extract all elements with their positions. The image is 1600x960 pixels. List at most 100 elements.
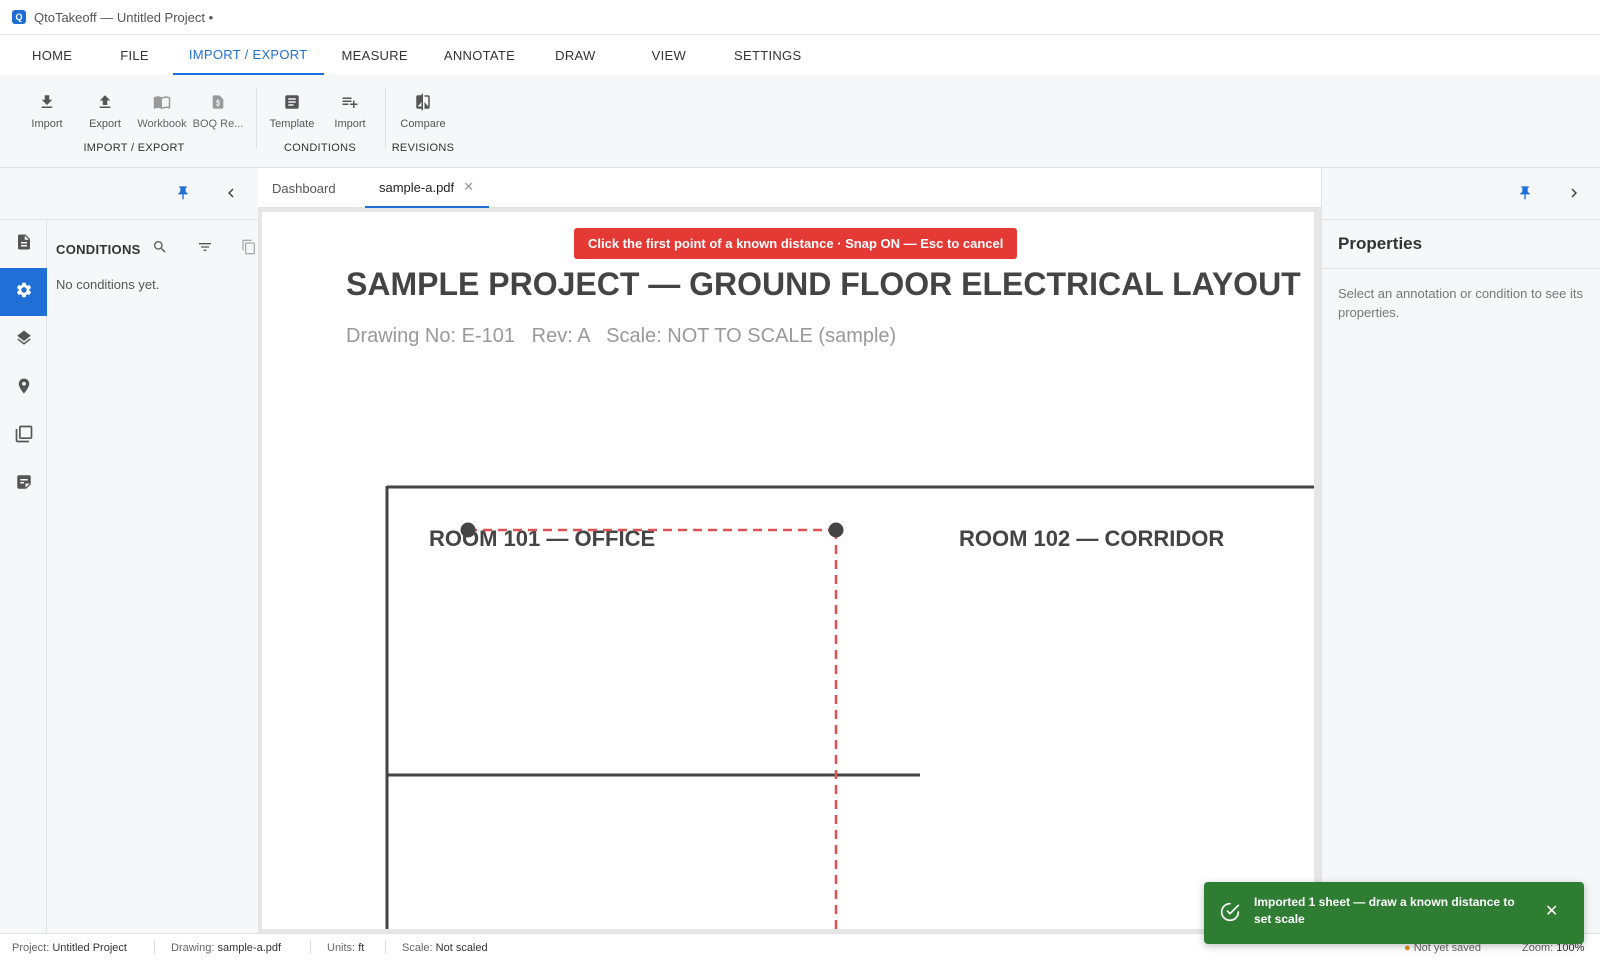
success-toast: Imported 1 sheet — draw a known distance…: [1204, 882, 1584, 944]
room-102-label: ROOM 102 — CORRIDOR: [959, 526, 1224, 551]
drawing-sheet[interactable]: SAMPLE PROJECT — GROUND FLOOR ELECTRICAL…: [262, 212, 1314, 929]
group-label-conditions: CONDITIONS: [283, 142, 357, 154]
invoice-icon: [190, 89, 246, 115]
tab-measure[interactable]: MEASURE: [324, 35, 424, 75]
search-icon[interactable]: [152, 239, 168, 260]
status-scale-value: Not scaled: [435, 942, 488, 954]
tab-label: sample-a.pdf: [379, 179, 455, 195]
workbook-button[interactable]: Workbook: [134, 89, 190, 130]
map-pin-icon: [15, 377, 33, 400]
drawing-svg: SAMPLE PROJECT — GROUND FLOOR ELECTRICAL…: [346, 266, 1314, 929]
status-project-value: Untitled Project: [52, 942, 127, 954]
title-bar: Q QtoTakeoff — Untitled Project •: [0, 0, 1600, 35]
status-project-label: Project:: [12, 942, 50, 954]
boq-report-button[interactable]: BOQ Re...: [190, 89, 246, 130]
conditions-panel: CONDITIONS No conditions yet.: [47, 220, 258, 933]
ribbon-divider: [385, 87, 386, 149]
import-conditions-label: Import: [334, 118, 366, 130]
panel-divider: [1322, 268, 1600, 269]
tab-settings[interactable]: SETTINGS: [718, 35, 817, 75]
rail-layers-button[interactable]: [0, 316, 47, 364]
rail-notes-button[interactable]: [0, 460, 47, 508]
close-tab-icon[interactable]: ✕: [463, 179, 474, 195]
collapse-left-chevron-icon[interactable]: [222, 184, 240, 207]
workbook-label: Workbook: [137, 118, 187, 130]
group-label-import-export: IMPORT / EXPORT: [83, 142, 185, 154]
copy-icon[interactable]: [241, 239, 257, 260]
filter-icon[interactable]: [197, 239, 213, 260]
status-scale: Scale: Not scaled: [402, 942, 488, 954]
properties-title: Properties: [1338, 234, 1423, 253]
status-divider: [385, 940, 386, 954]
drawing-title: SAMPLE PROJECT — GROUND FLOOR ELECTRICAL…: [346, 266, 1301, 302]
article-icon: [264, 89, 320, 115]
template-label: Template: [269, 118, 315, 130]
app-logo-icon: Q: [12, 10, 26, 24]
check-circle-icon: [1220, 902, 1240, 927]
import-conditions-button[interactable]: Import: [322, 89, 378, 130]
status-units: Units: ft: [327, 942, 364, 954]
status-units-label: Units:: [327, 942, 356, 954]
rail-documents-button[interactable]: [0, 220, 47, 268]
playlist-add-icon: [322, 89, 378, 115]
status-drawing: Drawing: sample-a.pdf: [171, 942, 281, 954]
layers-icon: [15, 329, 33, 352]
rail-conditions-button[interactable]: [0, 268, 47, 316]
library-icon: [14, 424, 34, 449]
tab-import-export[interactable]: IMPORT / EXPORT: [172, 35, 324, 75]
status-drawing-value: sample-a.pdf: [217, 942, 282, 954]
document-tab-bar: Dashboard sample-a.pdf ✕: [258, 168, 1321, 208]
ribbon-toolbar: Import Export Workbook BOQ Re... IMPORT …: [0, 75, 1600, 168]
boq-report-label: BOQ Re...: [192, 118, 244, 130]
status-project: Project: Untitled Project: [12, 942, 127, 954]
toast-message: Imported 1 sheet — draw a known distance…: [1254, 895, 1515, 926]
tab-annotate[interactable]: ANNOTATE: [424, 35, 535, 75]
scale-instruction-banner: Click the first point of a known distanc…: [574, 228, 1018, 259]
drawing-canvas[interactable]: SAMPLE PROJECT — GROUND FLOOR ELECTRICAL…: [258, 208, 1321, 933]
properties-panel: Properties Select an annotation or condi…: [1321, 220, 1600, 933]
upload-icon: [77, 89, 133, 115]
tab-file[interactable]: FILE: [88, 35, 173, 75]
ribbon-divider: [256, 87, 257, 149]
left-icon-rail: [0, 220, 47, 933]
export-label: Export: [89, 118, 121, 130]
import-label: Import: [31, 118, 63, 130]
rail-locations-button[interactable]: [0, 364, 47, 412]
tab-view[interactable]: VIEW: [624, 35, 718, 75]
measure-point-start: [460, 522, 476, 538]
tab-dashboard[interactable]: Dashboard: [272, 168, 336, 208]
book-icon: [134, 89, 190, 115]
tab-home[interactable]: HOME: [16, 35, 88, 75]
pin-icon[interactable]: [175, 184, 191, 207]
left-panel-header: [0, 168, 258, 220]
document-icon: [15, 233, 33, 256]
drawing-meta: Drawing No: E-101 Rev: A Scale: NOT TO S…: [346, 325, 896, 347]
import-button[interactable]: Import: [19, 89, 75, 130]
conditions-title: CONDITIONS: [56, 242, 141, 257]
compare-icon: [395, 89, 451, 115]
right-panel-header: [1321, 168, 1600, 220]
collapse-right-chevron-icon[interactable]: [1565, 184, 1583, 207]
compare-label: Compare: [400, 118, 446, 130]
template-button[interactable]: Template: [264, 89, 320, 130]
close-toast-icon[interactable]: ✕: [1545, 904, 1558, 920]
status-divider: [154, 940, 155, 954]
properties-hint: Select an annotation or condition to see…: [1338, 286, 1583, 320]
status-units-value: ft: [358, 942, 365, 954]
rail-sheets-button[interactable]: [0, 412, 47, 460]
gear-icon: [15, 281, 33, 304]
group-label-revisions: REVISIONS: [391, 142, 455, 154]
conditions-empty-text: No conditions yet.: [56, 277, 160, 292]
pin-icon[interactable]: [1517, 184, 1533, 207]
tab-sample-a-pdf[interactable]: sample-a.pdf ✕: [365, 168, 489, 208]
download-icon: [19, 89, 75, 115]
sticky-note-icon: [15, 473, 33, 496]
status-divider: [310, 940, 311, 954]
status-scale-label: Scale:: [402, 942, 433, 954]
measure-point-cursor: [828, 522, 844, 538]
export-button[interactable]: Export: [77, 89, 133, 130]
status-drawing-label: Drawing:: [171, 942, 215, 954]
window-title: QtoTakeoff — Untitled Project •: [34, 9, 214, 25]
tab-draw[interactable]: DRAW: [535, 35, 623, 75]
compare-button[interactable]: Compare: [395, 89, 451, 130]
